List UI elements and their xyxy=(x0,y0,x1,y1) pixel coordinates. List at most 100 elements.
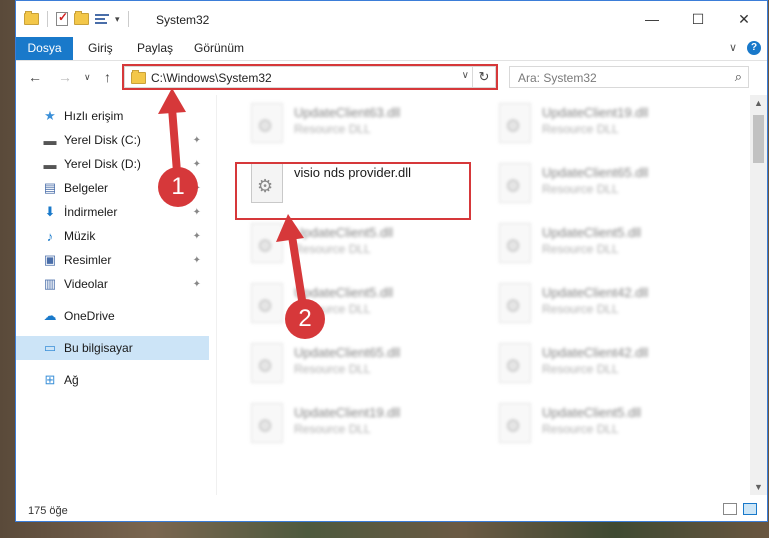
file-item[interactable]: ⚙ UpdateClient42.dll Resource DLL xyxy=(479,335,719,391)
music-icon: ♪ xyxy=(46,228,54,244)
gear-icon: ⚙ xyxy=(257,236,274,256)
file-item[interactable]: ⚙ UpdateClient65.dll Resource DLL xyxy=(231,335,471,391)
details-view-icon[interactable] xyxy=(723,503,737,515)
pin-icon[interactable]: ✦ xyxy=(193,231,201,242)
item-count: 175 öğe xyxy=(28,505,68,517)
help-icon[interactable]: ? xyxy=(747,41,761,55)
new-folder-icon[interactable] xyxy=(74,11,89,25)
pin-icon[interactable]: ✦ xyxy=(193,135,201,146)
sidebar-item-a[interactable]: ⊞ Ağ xyxy=(16,368,209,392)
file-type: Resource DLL xyxy=(542,122,619,136)
sidebar-item-bu-bilgisayar[interactable]: ▭ Bu bilgisayar xyxy=(16,336,209,360)
search-box[interactable]: Ara: System32 ⌕ xyxy=(509,66,749,88)
star-icon: ★ xyxy=(44,108,56,123)
status-bar: 175 öğe xyxy=(16,501,767,521)
sidebar-item-videolar[interactable]: ▥ Videolar ✦ xyxy=(16,272,209,296)
scrollbar-thumb[interactable] xyxy=(753,115,764,163)
pin-icon[interactable]: ✦ xyxy=(193,255,201,266)
drive-icon: ▬ xyxy=(43,132,57,148)
file-type: Resource DLL xyxy=(542,242,619,256)
quick-access-toolbar: ▾ xyxy=(24,10,131,27)
properties-check-icon[interactable] xyxy=(56,10,68,26)
downloads-icon: ⬇ xyxy=(44,204,56,219)
file-type: Resource DLL xyxy=(542,362,619,376)
ribbon-controls: ∨ ? xyxy=(729,41,761,55)
tab-share[interactable]: Paylaş xyxy=(137,37,173,60)
file-item[interactable]: ⚙ UpdateClient65.dll Resource DLL xyxy=(479,155,719,211)
close-button[interactable]: ✕ xyxy=(721,1,767,37)
gear-icon: ⚙ xyxy=(505,236,522,256)
sidebar-item-onedrive[interactable]: ☁ OneDrive xyxy=(16,304,209,328)
sidebar-item-label: Yerel Disk (C:) xyxy=(64,133,141,147)
file-item[interactable]: ⚙ UpdateClient42.dll Resource DLL xyxy=(479,275,719,331)
folder-icon[interactable] xyxy=(24,11,39,25)
gear-icon: ⚙ xyxy=(257,356,274,376)
scroll-down-icon[interactable]: ▼ xyxy=(754,482,763,492)
file-item[interactable]: ⚙ UpdateClient5.dll Resource DLL xyxy=(479,215,719,271)
file-list: ⚙ UpdateClient63.dll Resource DLL ⚙ visio nd… xyxy=(221,95,743,495)
back-arrow-icon[interactable]: ← xyxy=(28,69,42,85)
pin-icon[interactable]: ✦ xyxy=(193,159,201,170)
pin-icon[interactable]: ✦ xyxy=(193,279,201,290)
file-type: Resource DLL xyxy=(294,122,371,136)
dll-file-icon: ⚙ xyxy=(251,403,283,443)
expand-ribbon-icon[interactable]: ∨ xyxy=(729,41,737,55)
dll-file-icon: ⚙ xyxy=(499,343,531,383)
tab-view[interactable]: Görünüm xyxy=(194,37,244,60)
customize-toolbar-icon[interactable] xyxy=(95,13,109,25)
file-item[interactable]: ⚙ UpdateClient5.dll Resource DLL xyxy=(231,275,471,331)
search-placeholder: Ara: System32 xyxy=(518,71,597,85)
sidebar-item-resimler[interactable]: ▣ Resimler ✦ xyxy=(16,248,209,272)
pictures-icon: ▣ xyxy=(43,252,57,267)
dll-file-icon: ⚙ xyxy=(499,283,531,323)
file-name: UpdateClient65.dll xyxy=(542,165,649,180)
sidebar-item-yerel-disk-c[interactable]: ▬ Yerel Disk (C:) ✦ xyxy=(16,128,209,152)
file-item[interactable]: ⚙ UpdateClient19.dll Resource DLL xyxy=(231,395,471,451)
title-bar: ▾ System32 — ☐ ✕ xyxy=(16,1,767,37)
vertical-scrollbar[interactable]: ▲ ▼ xyxy=(750,95,767,495)
maximize-button[interactable]: ☐ xyxy=(675,1,721,37)
file-item[interactable]: ⚙ UpdateClient5.dll Resource DLL xyxy=(231,215,471,271)
pin-icon[interactable]: ✦ xyxy=(193,207,201,218)
sidebar-item-label: Ağ xyxy=(64,373,79,387)
toolbar-dropdown-icon[interactable]: ▾ xyxy=(115,14,120,25)
step-2-badge: 2 xyxy=(285,299,325,339)
file-name: UpdateClient5.dll xyxy=(294,285,394,300)
videos-icon: ▥ xyxy=(43,276,57,291)
file-item[interactable]: ⚙ UpdateClient63.dll Resource DLL xyxy=(231,95,471,151)
address-highlight-box xyxy=(122,64,498,90)
search-icon[interactable]: ⌕ xyxy=(735,69,742,85)
file-name: UpdateClient19.dll xyxy=(542,105,649,120)
file-name: UpdateClient19.dll xyxy=(294,405,401,420)
forward-arrow-icon[interactable]: → xyxy=(58,69,72,85)
gear-icon: ⚙ xyxy=(505,416,522,436)
file-name: UpdateClient5.dll xyxy=(542,225,642,240)
tab-home[interactable]: Giriş xyxy=(88,37,113,60)
sidebar-item-m-zik[interactable]: ♪ Müzik ✦ xyxy=(16,224,209,248)
sidebar-item-label: Bu bilgisayar xyxy=(64,341,133,355)
ribbon-tabs: Dosya Giriş Paylaş Görünüm ∨ ? xyxy=(16,37,767,61)
file-explorer-window: ▾ System32 — ☐ ✕ Dosya Giriş Paylaş Görü… xyxy=(15,0,768,522)
up-arrow-icon[interactable]: ↑ xyxy=(104,69,111,85)
gear-icon: ⚙ xyxy=(257,116,274,136)
dll-file-icon: ⚙ xyxy=(499,163,531,203)
tiles-view-icon[interactable] xyxy=(743,503,757,515)
gear-icon: ⚙ xyxy=(505,176,522,196)
minimize-button[interactable]: — xyxy=(629,1,675,37)
navigation-bar: ← → ∨ ↑ C:\Windows\System32 ∨ ↻ Ara: Sys… xyxy=(16,61,767,95)
recent-locations-icon[interactable]: ∨ xyxy=(84,72,91,83)
file-type: Resource DLL xyxy=(542,182,619,196)
file-name: UpdateClient5.dll xyxy=(294,225,394,240)
dll-file-icon: ⚙ xyxy=(251,283,283,323)
tab-file[interactable]: Dosya xyxy=(16,37,73,60)
scroll-up-icon[interactable]: ▲ xyxy=(754,98,763,108)
file-item[interactable]: ⚙ UpdateClient5.dll Resource DLL xyxy=(479,395,719,451)
pane-divider xyxy=(216,95,217,495)
documents-icon: ▤ xyxy=(43,180,57,195)
file-item[interactable]: ⚙ UpdateClient19.dll Resource DLL xyxy=(479,95,719,151)
gear-icon: ⚙ xyxy=(505,356,522,376)
window-controls: — ☐ ✕ xyxy=(629,1,767,37)
file-type: Resource DLL xyxy=(294,242,371,256)
sidebar-item-h-zl-eri-im[interactable]: ★ Hızlı erişim xyxy=(16,104,209,128)
sidebar-item-label: Hızlı erişim xyxy=(64,109,124,123)
